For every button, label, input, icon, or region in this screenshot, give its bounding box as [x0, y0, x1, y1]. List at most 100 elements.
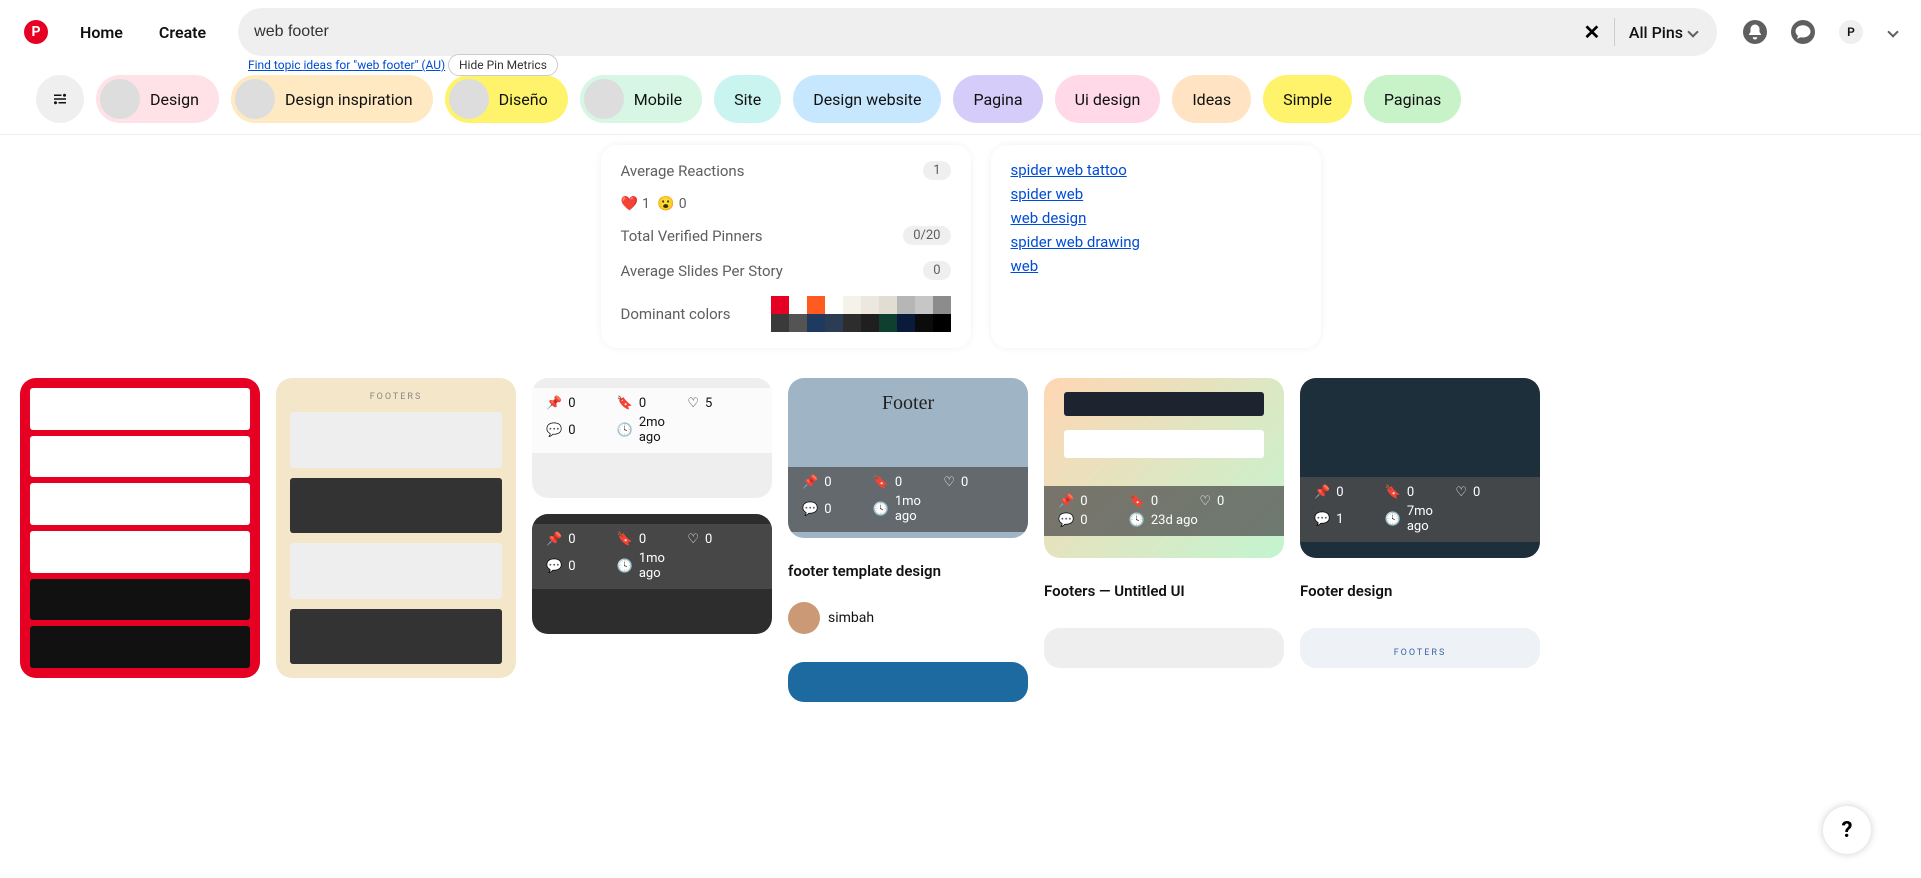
color-swatch[interactable]	[933, 296, 951, 314]
metric-time: 2mo ago	[639, 415, 687, 445]
related-searches-card: spider web tattoo spider web web design spi…	[991, 145, 1321, 348]
reaction-heart-count: 1	[642, 196, 650, 212]
color-swatch[interactable]	[897, 314, 915, 332]
color-swatch[interactable]	[879, 296, 897, 314]
color-swatch[interactable]	[915, 296, 933, 314]
pin-card[interactable]: 📌0 🔖0 ♡5 💬0 🕓2mo ago	[532, 378, 772, 498]
dominant-colors-label: Dominant colors	[621, 305, 731, 323]
hide-pin-metrics-button[interactable]: Hide Pin Metrics	[448, 54, 558, 76]
category-pill[interactable]: Pagina	[953, 75, 1042, 123]
metric-pins: 0	[568, 532, 575, 547]
filter-button[interactable]	[36, 75, 84, 123]
topic-ideas-link[interactable]: Find topic ideas for "web footer" (AU)	[248, 58, 445, 72]
account-menu-chevron-icon[interactable]	[1887, 26, 1898, 37]
metric-likes: 5	[705, 396, 712, 411]
color-swatch[interactable]	[825, 314, 843, 332]
author-avatar	[788, 602, 820, 634]
heart-icon: ♡	[943, 475, 955, 490]
related-search-link[interactable]: web	[1011, 257, 1301, 275]
color-swatches	[771, 296, 951, 332]
metric-likes: 0	[1473, 485, 1480, 500]
pin-card[interactable]	[1044, 628, 1284, 668]
notifications-icon[interactable]	[1743, 20, 1767, 44]
color-swatch[interactable]	[825, 296, 843, 314]
category-pill[interactable]: Paginas	[1364, 75, 1461, 123]
related-search-link[interactable]: web design	[1011, 209, 1301, 227]
search-input[interactable]	[254, 23, 1580, 41]
profile-avatar[interactable]: P	[1839, 20, 1863, 44]
color-swatch[interactable]	[861, 296, 879, 314]
pin-card[interactable]: 📌0 🔖0 ♡0 💬1 🕓7mo ago	[1300, 378, 1540, 558]
search-bar[interactable]: ✕ All Pins	[238, 8, 1717, 56]
save-icon: 🔖	[1385, 485, 1401, 500]
pill-label: Pagina	[973, 90, 1022, 109]
metric-time: 7mo ago	[1407, 504, 1455, 534]
pin-grid: FOOTERS 📌0 🔖0 ♡5 💬0 🕓2mo ago �	[0, 378, 1921, 702]
chevron-down-icon	[1687, 26, 1698, 37]
clock-icon: 🕓	[617, 559, 633, 574]
category-pill[interactable]: Simple	[1263, 75, 1352, 123]
color-swatch[interactable]	[771, 314, 789, 332]
pin-card[interactable]	[20, 378, 260, 678]
pinterest-logo-icon[interactable]: P	[24, 20, 48, 44]
pill-label: Site	[734, 90, 761, 109]
color-swatch[interactable]	[879, 314, 897, 332]
save-icon: 🔖	[1129, 494, 1145, 509]
category-pill[interactable]: Design inspiration	[231, 75, 433, 123]
pin-title[interactable]: Footers — Untitled UI	[1044, 582, 1284, 600]
color-swatch[interactable]	[789, 314, 807, 332]
create-link[interactable]: Create	[147, 15, 218, 50]
pin-inner-title: Footer	[788, 378, 1028, 415]
home-link[interactable]: Home	[68, 15, 135, 50]
clock-icon: 🕓	[873, 502, 889, 517]
category-pill[interactable]: Diseño	[445, 75, 568, 123]
pin-icon: 📌	[1314, 485, 1330, 500]
related-search-link[interactable]: spider web drawing	[1011, 233, 1301, 251]
comment-icon: 💬	[1058, 513, 1074, 528]
pin-inner-title: FOOTERS	[290, 392, 502, 402]
pin-card[interactable]: FOOTERS	[276, 378, 516, 678]
color-swatch[interactable]	[843, 296, 861, 314]
category-pill[interactable]: Ideas	[1172, 75, 1251, 123]
pin-card[interactable]: 📌0 🔖0 ♡0 💬0 🕓23d ago	[1044, 378, 1284, 558]
color-swatch[interactable]	[807, 314, 825, 332]
category-pill[interactable]: Design website	[793, 75, 941, 123]
color-swatch[interactable]	[915, 314, 933, 332]
color-swatch[interactable]	[933, 314, 951, 332]
pin-title[interactable]: footer template design	[788, 562, 1028, 580]
color-swatch[interactable]	[807, 296, 825, 314]
color-swatch[interactable]	[843, 314, 861, 332]
color-swatch[interactable]	[771, 296, 789, 314]
metric-pins: 0	[824, 475, 831, 490]
related-search-link[interactable]: spider web tattoo	[1011, 161, 1301, 179]
color-swatch[interactable]	[897, 296, 915, 314]
color-swatch[interactable]	[861, 314, 879, 332]
avg-reactions-value: 1	[923, 161, 950, 180]
save-icon: 🔖	[617, 532, 633, 547]
metric-likes: 0	[961, 475, 968, 490]
pin-card[interactable]: 📌0 🔖0 ♡0 💬0 🕓1mo ago	[532, 514, 772, 634]
help-button[interactable]: ?	[1823, 806, 1871, 854]
save-icon: 🔖	[873, 475, 889, 490]
metric-saves: 0	[1151, 494, 1158, 509]
category-pill[interactable]: Site	[714, 75, 781, 123]
stats-card: Average Reactions 1 ❤️ 1 😮 0 Total Verif…	[601, 145, 971, 348]
pin-card[interactable]: Footer 📌0 🔖0 ♡0 💬0 🕓1mo ago	[788, 378, 1028, 538]
pin-card[interactable]	[788, 662, 1028, 702]
category-pill[interactable]: Ui design	[1055, 75, 1161, 123]
metric-likes: 0	[705, 532, 712, 547]
clear-search-icon[interactable]: ✕	[1580, 20, 1604, 44]
pill-thumb	[235, 79, 275, 119]
messages-icon[interactable]	[1791, 20, 1815, 44]
pin-card[interactable]: FOOTERS	[1300, 628, 1540, 668]
color-swatch[interactable]	[789, 296, 807, 314]
pin-title[interactable]: Footer design	[1300, 582, 1540, 600]
search-filter-dropdown[interactable]: All Pins	[1629, 23, 1701, 42]
category-pill[interactable]: Design	[96, 75, 219, 123]
pill-thumb	[100, 79, 140, 119]
pill-label: Mobile	[634, 90, 682, 109]
related-search-link[interactable]: spider web	[1011, 185, 1301, 203]
pin-author[interactable]: simbah	[788, 602, 1028, 634]
pill-label: Ideas	[1192, 90, 1231, 109]
category-pill[interactable]: Mobile	[580, 75, 702, 123]
